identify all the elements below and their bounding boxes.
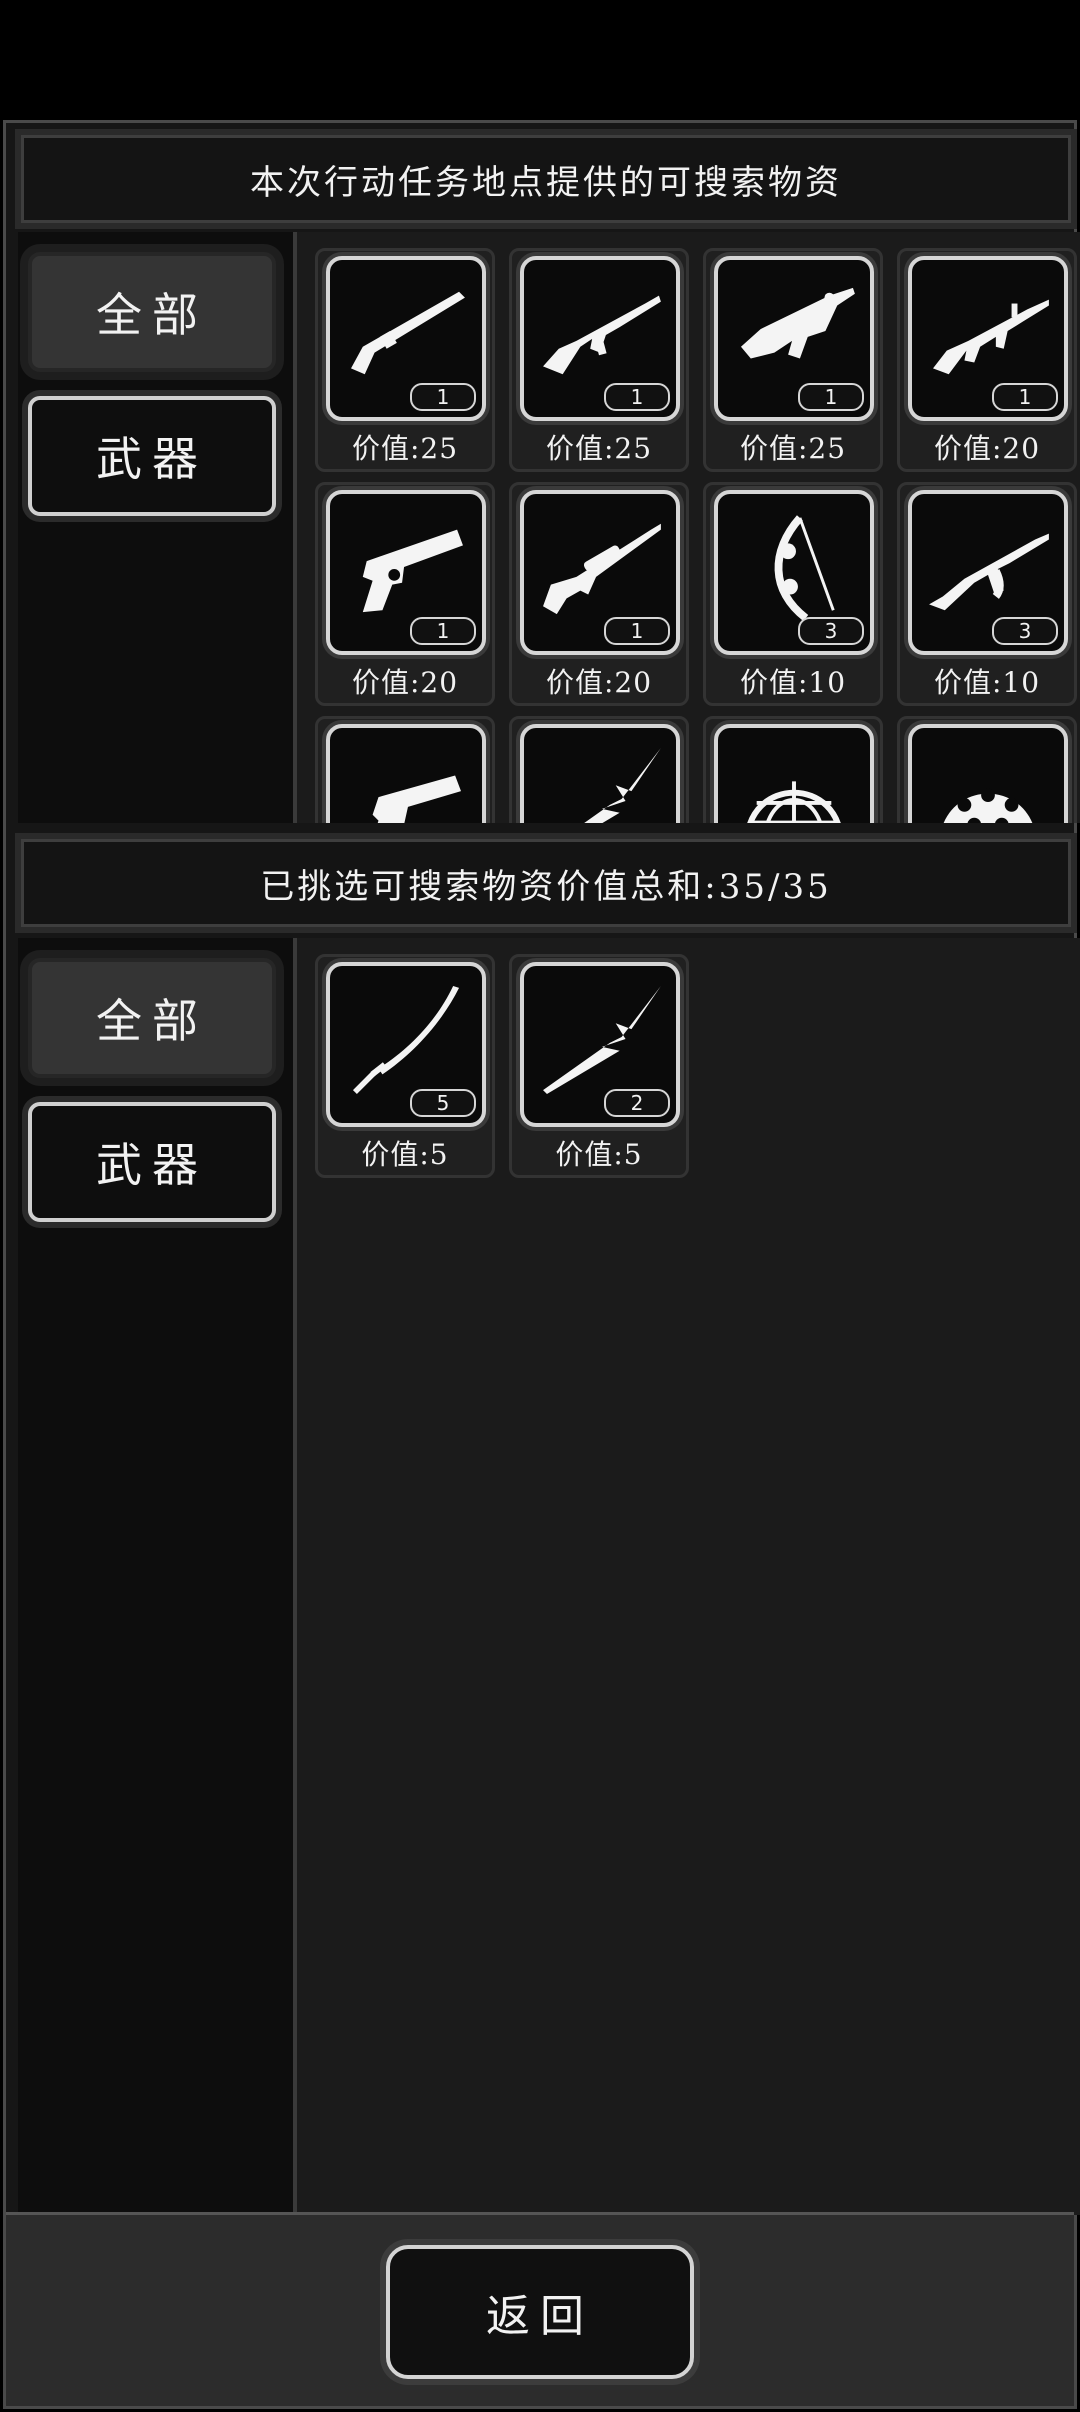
item-quantity-badge: 3: [798, 617, 864, 645]
item-value-label: 价值:20: [351, 666, 459, 699]
handgun-icon: [372, 775, 461, 823]
item-quantity-badge: 1: [410, 617, 476, 645]
selected-total-title: 已挑选可搜索物资价值总和:35/35: [260, 866, 832, 907]
selected-items-grid-area[interactable]: 5 价值:5 2 价值:5: [293, 938, 1080, 2215]
item-icon-frame: 5: [326, 962, 486, 1127]
pistol-icon: [362, 529, 463, 613]
available-items-header: 本次行动任务地点提供的可搜索物资: [15, 129, 1077, 229]
ak-rifle-icon: [929, 533, 1049, 611]
item-quantity-badge: 1: [410, 383, 476, 411]
available-item-card[interactable]: 1 价值:20: [897, 248, 1077, 472]
available-items-grid-area[interactable]: 1 价值:25 1 价值:25 1 价值:25 1 价值:20 1 价值:20 1 价值:20 3 价值:…: [293, 232, 1080, 823]
item-icon-frame: [908, 724, 1068, 823]
available-item-card[interactable]: 1 价值:25: [315, 248, 495, 472]
m16-rifle-icon: [933, 299, 1049, 375]
available-item-card[interactable]: [509, 716, 689, 823]
available-category-column: 全部 武器: [18, 232, 293, 823]
available-item-card[interactable]: [315, 716, 495, 823]
available-item-card[interactable]: 1 价值:25: [703, 248, 883, 472]
available-item-card[interactable]: 1 价值:25: [509, 248, 689, 472]
available-item-card[interactable]: [897, 716, 1077, 823]
item-quantity-badge: 1: [992, 383, 1058, 411]
item-value-label: 价值:20: [933, 432, 1041, 465]
tab-all-label: 全部: [96, 288, 208, 342]
tab-all-available[interactable]: 全部: [28, 252, 276, 372]
compound-bow-icon: [774, 515, 835, 622]
item-icon-frame: 3: [908, 490, 1068, 655]
tab-all-label: 全部: [96, 994, 208, 1048]
item-value-label: 价值:25: [351, 432, 459, 465]
tab-all-selected[interactable]: 全部: [28, 958, 276, 1078]
item-icon-frame: 3: [714, 490, 874, 655]
selected-item-card[interactable]: 5 价值:5: [315, 954, 495, 1178]
katana-icon: [352, 985, 460, 1094]
bullpup-rifle-icon: [740, 287, 855, 359]
available-item-card[interactable]: 1 价值:20: [509, 482, 689, 706]
item-value-label: 价值:5: [361, 1138, 449, 1171]
item-value-label: 价值:20: [545, 666, 653, 699]
item-icon-frame: 2: [520, 962, 680, 1127]
item-icon-frame: [326, 724, 486, 823]
item-value-label: 价值:10: [739, 666, 847, 699]
selected-category-column: 全部 武器: [18, 938, 293, 2215]
item-quantity-badge: 1: [798, 383, 864, 411]
item-quantity-badge: 3: [992, 617, 1058, 645]
available-items-grid: 1 价值:25 1 价值:25 1 价值:25 1 价值:20 1 价值:20 1 价值:20 3 价值:…: [315, 248, 1077, 823]
spear-icon: [543, 985, 661, 1094]
selected-items-header: 已挑选可搜索物资价值总和:35/35: [15, 833, 1077, 933]
tab-weapons-label: 武器: [96, 432, 208, 486]
item-icon-frame: 1: [908, 256, 1068, 421]
selected-item-card[interactable]: 2 价值:5: [509, 954, 689, 1178]
item-quantity-badge: 2: [604, 1089, 670, 1117]
item-icon-frame: [714, 724, 874, 823]
available-items-title: 本次行动任务地点提供的可搜索物资: [250, 162, 842, 203]
item-quantity-badge: 1: [604, 383, 670, 411]
tab-weapons-label: 武器: [96, 1138, 208, 1192]
tab-weapons-selected[interactable]: 武器: [28, 1102, 276, 1222]
item-icon-frame: 1: [520, 256, 680, 421]
selected-items-grid: 5 价值:5 2 价值:5: [315, 954, 1077, 1178]
assault-rifle-icon: [543, 295, 661, 375]
item-icon-frame: [520, 724, 680, 823]
available-item-card[interactable]: 1 价值:20: [315, 482, 495, 706]
item-quantity-badge: 5: [410, 1089, 476, 1117]
available-item-card[interactable]: 3 价值:10: [897, 482, 1077, 706]
helmet-net-icon: [747, 781, 841, 823]
helmet-camo-icon: [943, 788, 1033, 823]
selected-items-section: 全部 武器 5 价值:5 2 价值:5: [12, 938, 1080, 2215]
item-value-label: 价值:5: [555, 1138, 643, 1171]
item-value-label: 价值:25: [545, 432, 653, 465]
available-item-card[interactable]: 3 价值:10: [703, 482, 883, 706]
item-icon-frame: 1: [326, 490, 486, 655]
item-quantity-badge: 1: [604, 617, 670, 645]
item-icon-frame: 1: [326, 256, 486, 421]
sniper-rifle-icon: [543, 523, 661, 615]
footer-bar: 返回: [6, 2212, 1074, 2406]
item-icon-frame: 1: [714, 256, 874, 421]
back-button[interactable]: 返回: [386, 2245, 694, 2379]
shotgun-icon: [351, 291, 465, 375]
inventory-panel: 本次行动任务地点提供的可搜索物资 全部 武器 1 价值:25 1 价值:25 1 价值:2…: [3, 120, 1080, 2409]
spear-icon: [584, 747, 661, 823]
tab-weapons-available[interactable]: 武器: [28, 396, 276, 516]
item-value-label: 价值:10: [933, 666, 1041, 699]
available-items-section: 全部 武器 1 价值:25 1 价值:25 1 价值:25 1 价值:20 1 价值:20 1 价值:…: [12, 232, 1080, 823]
item-icon-frame: 1: [520, 490, 680, 655]
available-item-card[interactable]: [703, 716, 883, 823]
back-button-label: 返回: [486, 2291, 594, 2342]
item-value-label: 价值:25: [739, 432, 847, 465]
